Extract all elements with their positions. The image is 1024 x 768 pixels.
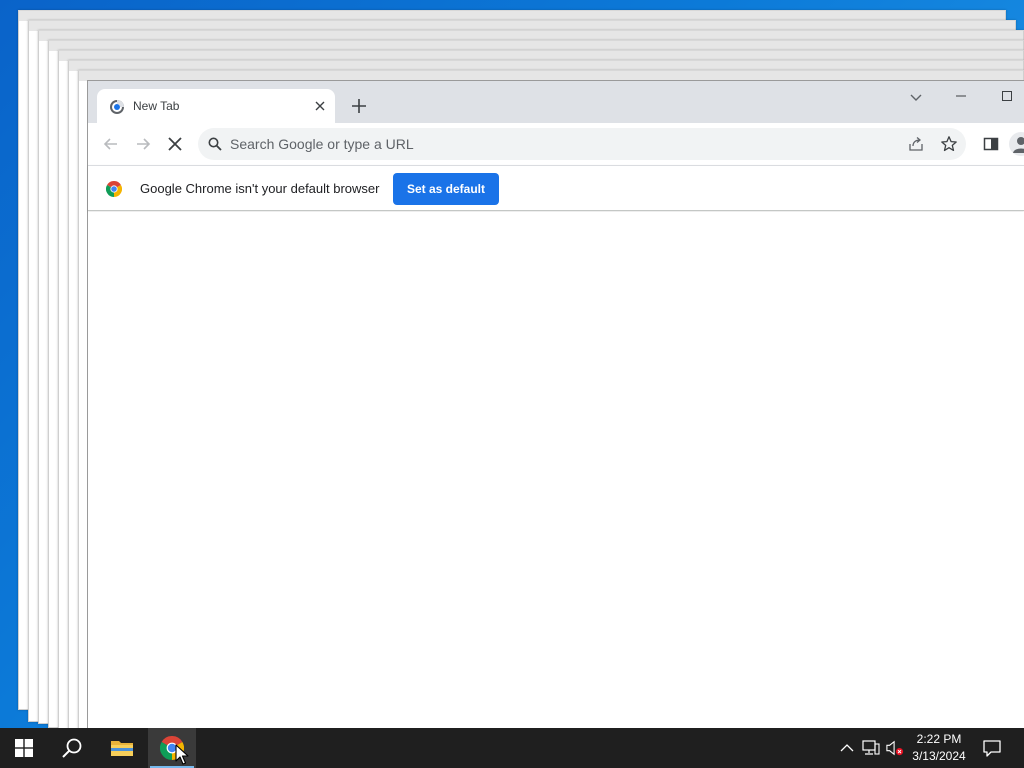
infobar-message: Google Chrome isn't your default browser xyxy=(140,181,380,196)
set-as-default-button[interactable]: Set as default xyxy=(393,173,499,205)
default-browser-infobar: Google Chrome isn't your default browser… xyxy=(88,165,1024,211)
new-tab-button[interactable] xyxy=(347,94,371,118)
taskbar: 2:22 PM 3/13/2024 xyxy=(0,728,1024,768)
maximize-button[interactable] xyxy=(996,85,1018,107)
volume-muted-icon[interactable] xyxy=(886,738,904,758)
folder-icon xyxy=(111,741,133,756)
clock-time: 2:22 PM xyxy=(916,732,962,746)
tab-close-icon[interactable] xyxy=(312,98,328,114)
system-clock[interactable]: 2:22 PM 3/13/2024 xyxy=(904,731,974,765)
forward-arrow-icon[interactable] xyxy=(133,134,153,154)
network-icon[interactable] xyxy=(862,738,880,758)
chevron-up-icon[interactable] xyxy=(838,738,856,758)
taskbar-search-button[interactable] xyxy=(48,728,96,768)
search-icon xyxy=(208,137,222,151)
notification-icon[interactable] xyxy=(982,738,1002,758)
chrome-newtab-icon xyxy=(110,100,124,114)
browser-toolbar xyxy=(88,123,1024,165)
bookmark-star-icon[interactable] xyxy=(940,135,958,153)
stop-loading-icon[interactable] xyxy=(165,134,185,154)
tab-search-chevron-icon[interactable] xyxy=(906,87,926,107)
back-arrow-icon[interactable] xyxy=(101,134,121,154)
minimize-button[interactable] xyxy=(950,85,972,107)
chrome-logo-icon xyxy=(106,181,122,197)
side-panel-icon[interactable] xyxy=(981,134,1001,154)
tab-title: New Tab xyxy=(133,99,180,113)
tab-new-tab[interactable]: New Tab xyxy=(97,89,335,123)
profile-avatar-icon[interactable] xyxy=(1009,132,1024,156)
start-button[interactable] xyxy=(0,728,48,768)
tab-strip: New Tab xyxy=(88,81,1024,123)
clock-date: 3/13/2024 xyxy=(912,749,966,763)
chrome-window: New Tab Search Google or type a URL Goog… xyxy=(87,80,1024,728)
mouse-cursor-icon xyxy=(175,744,189,765)
omnibox[interactable] xyxy=(198,128,966,160)
address-bar-input[interactable] xyxy=(230,128,870,160)
page-content xyxy=(88,212,1024,728)
windows-logo-icon xyxy=(15,739,33,757)
search-icon xyxy=(62,738,82,758)
share-icon[interactable] xyxy=(908,136,924,152)
file-explorer-button[interactable] xyxy=(98,728,146,768)
